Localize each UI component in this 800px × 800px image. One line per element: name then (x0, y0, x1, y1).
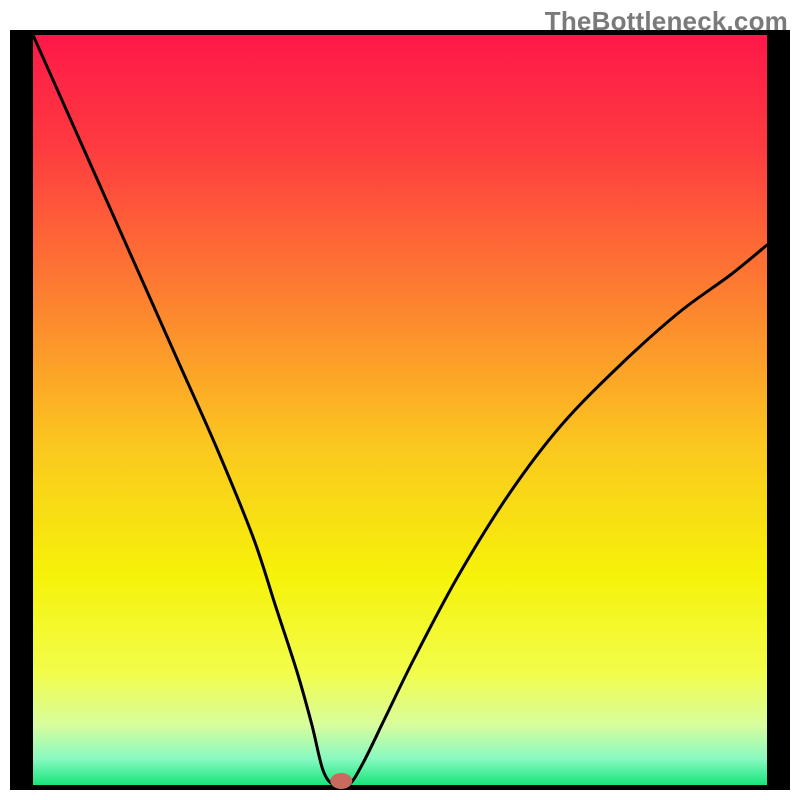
watermark-label: TheBottleneck.com (545, 6, 788, 37)
bottleneck-marker (330, 773, 352, 789)
chart-container: TheBottleneck.com (0, 0, 800, 800)
bottleneck-chart (0, 0, 800, 800)
plot-area (33, 35, 767, 785)
